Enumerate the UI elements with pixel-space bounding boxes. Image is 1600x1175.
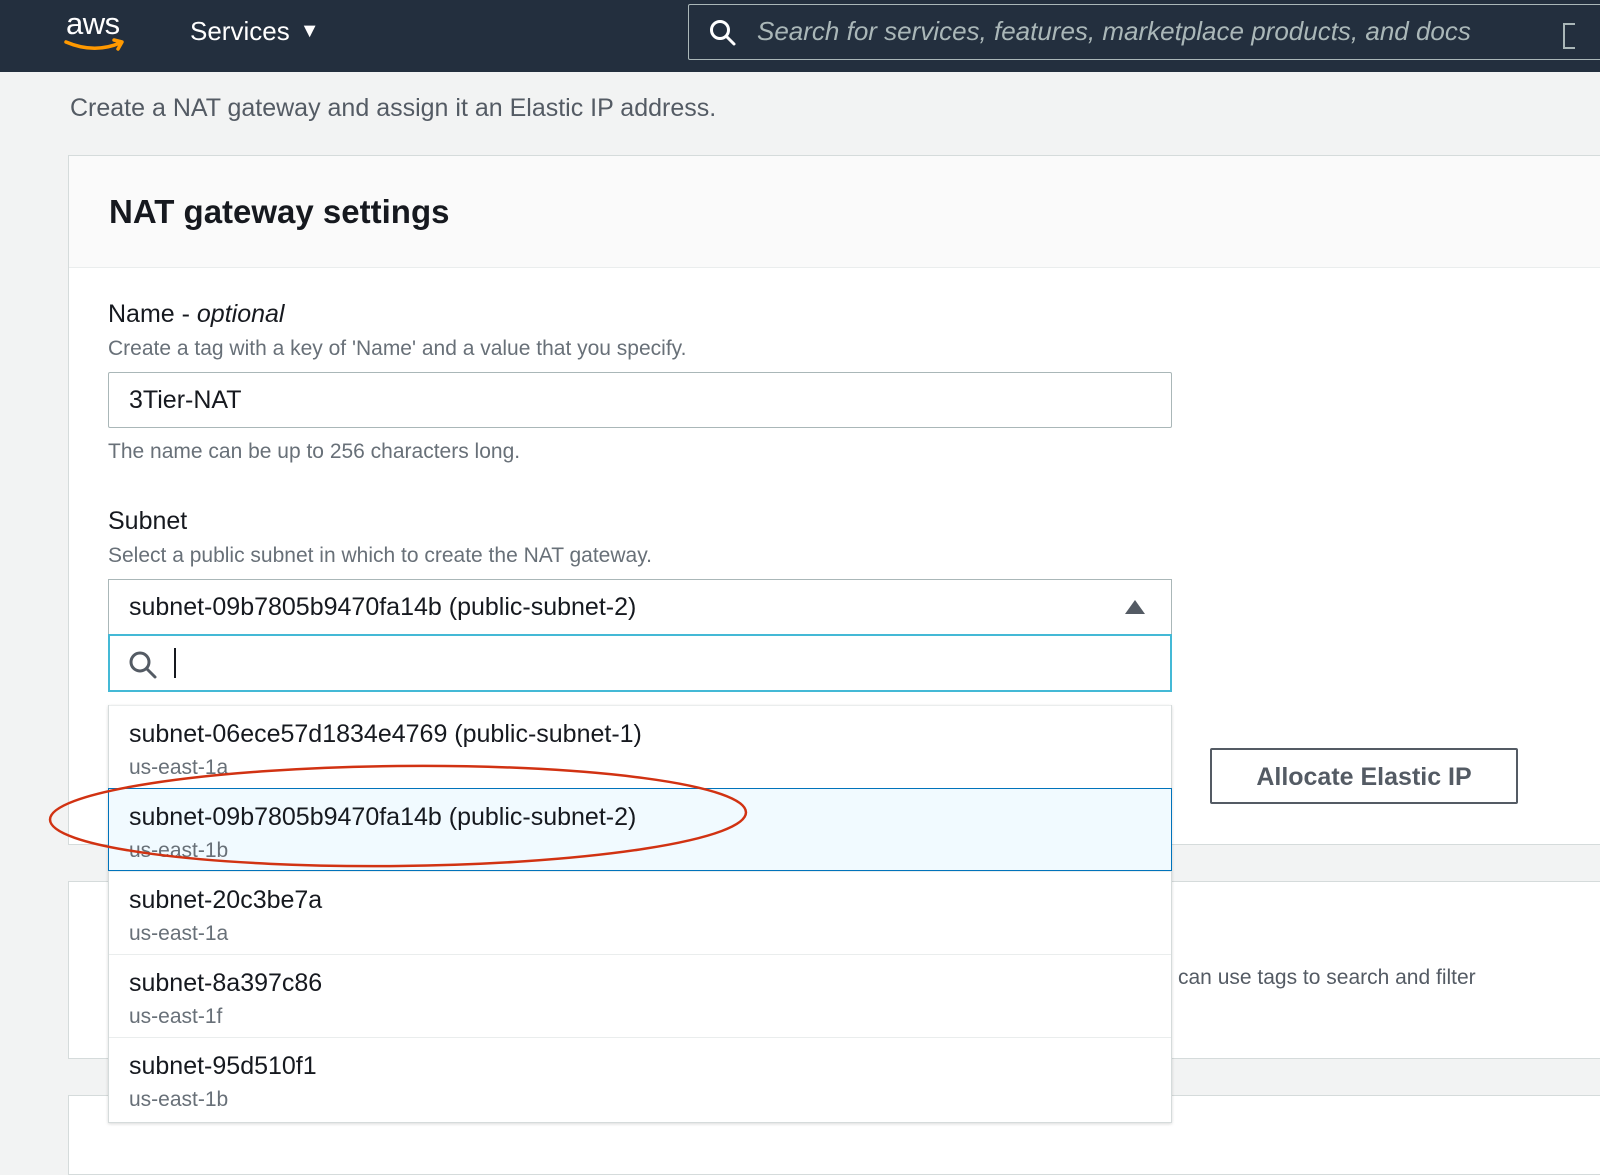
subnet-options-list: subnet-06ece57d1834e4769 (public-subnet-…	[108, 705, 1172, 1123]
name-input[interactable]: 3Tier-NAT	[108, 372, 1172, 428]
subnet-select[interactable]: subnet-09b7805b9470fa14b (public-subnet-…	[108, 579, 1172, 635]
subnet-option-id: subnet-95d510f1	[129, 1052, 317, 1080]
subnet-option-az: us-east-1f	[129, 1005, 223, 1028]
search-icon	[129, 651, 157, 679]
subnet-option-az: us-east-1b	[129, 1088, 229, 1111]
subnet-description: Select a public subnet in which to creat…	[108, 544, 652, 567]
panel-title: NAT gateway settings	[109, 193, 450, 230]
search-placeholder: Search for services, features, marketpla…	[757, 16, 1471, 46]
name-label-text: Name -	[108, 300, 197, 328]
subnet-option[interactable]: subnet-95d510f1 us-east-1b	[109, 1037, 1171, 1120]
aws-smile-icon	[64, 38, 124, 51]
subnet-option[interactable]: subnet-20c3be7a us-east-1a	[109, 871, 1171, 954]
services-label: Services	[190, 16, 290, 46]
panel-header: NAT gateway settings	[69, 156, 1600, 268]
subnet-selected-value: subnet-09b7805b9470fa14b (public-subnet-…	[129, 593, 637, 621]
caret-up-icon	[1125, 600, 1145, 614]
search-icon	[710, 20, 736, 46]
subnet-option-az: us-east-1a	[129, 922, 229, 945]
aws-logo[interactable]: aws	[64, 6, 128, 56]
allocate-elastic-ip-button[interactable]: Allocate Elastic IP	[1210, 748, 1518, 804]
subnet-option[interactable]: subnet-06ece57d1834e4769 (public-subnet-…	[109, 705, 1171, 788]
subnet-filter-input[interactable]	[108, 634, 1172, 692]
global-search-input[interactable]: Search for services, features, marketpla…	[688, 4, 1600, 60]
subnet-option-id: subnet-09b7805b9470fa14b (public-subnet-…	[129, 803, 637, 831]
caret-down-icon: ▼	[299, 20, 320, 42]
page-intro: Create a NAT gateway and assign it an El…	[70, 94, 717, 122]
name-label: Name - optional	[108, 300, 284, 329]
aws-logo-text: aws	[66, 6, 120, 41]
tags-description: can use tags to search and filter	[1178, 966, 1476, 989]
subnet-option-az: us-east-1a	[129, 756, 229, 779]
subnet-option-az: us-east-1b	[129, 839, 229, 862]
top-navigation: aws Services ▼ Search for services, feat…	[0, 0, 1600, 72]
services-menu-button[interactable]: Services ▼	[190, 16, 320, 47]
name-description: Create a tag with a key of 'Name' and a …	[108, 337, 687, 360]
subnet-option-selected[interactable]: subnet-09b7805b9470fa14b (public-subnet-…	[108, 788, 1172, 871]
text-cursor	[174, 648, 176, 678]
subnet-option-id: subnet-06ece57d1834e4769 (public-subnet-…	[129, 720, 642, 748]
optional-label: optional	[196, 300, 285, 328]
subnet-option-id: subnet-8a397c86	[129, 969, 323, 997]
keyboard-shortcut-icon	[1563, 23, 1575, 49]
subnet-label: Subnet	[108, 507, 188, 535]
subnet-option-id: subnet-20c3be7a	[129, 886, 323, 914]
name-constraint-text: The name can be up to 256 characters lon…	[108, 440, 521, 463]
subnet-option[interactable]: subnet-8a397c86 us-east-1f	[109, 954, 1171, 1037]
